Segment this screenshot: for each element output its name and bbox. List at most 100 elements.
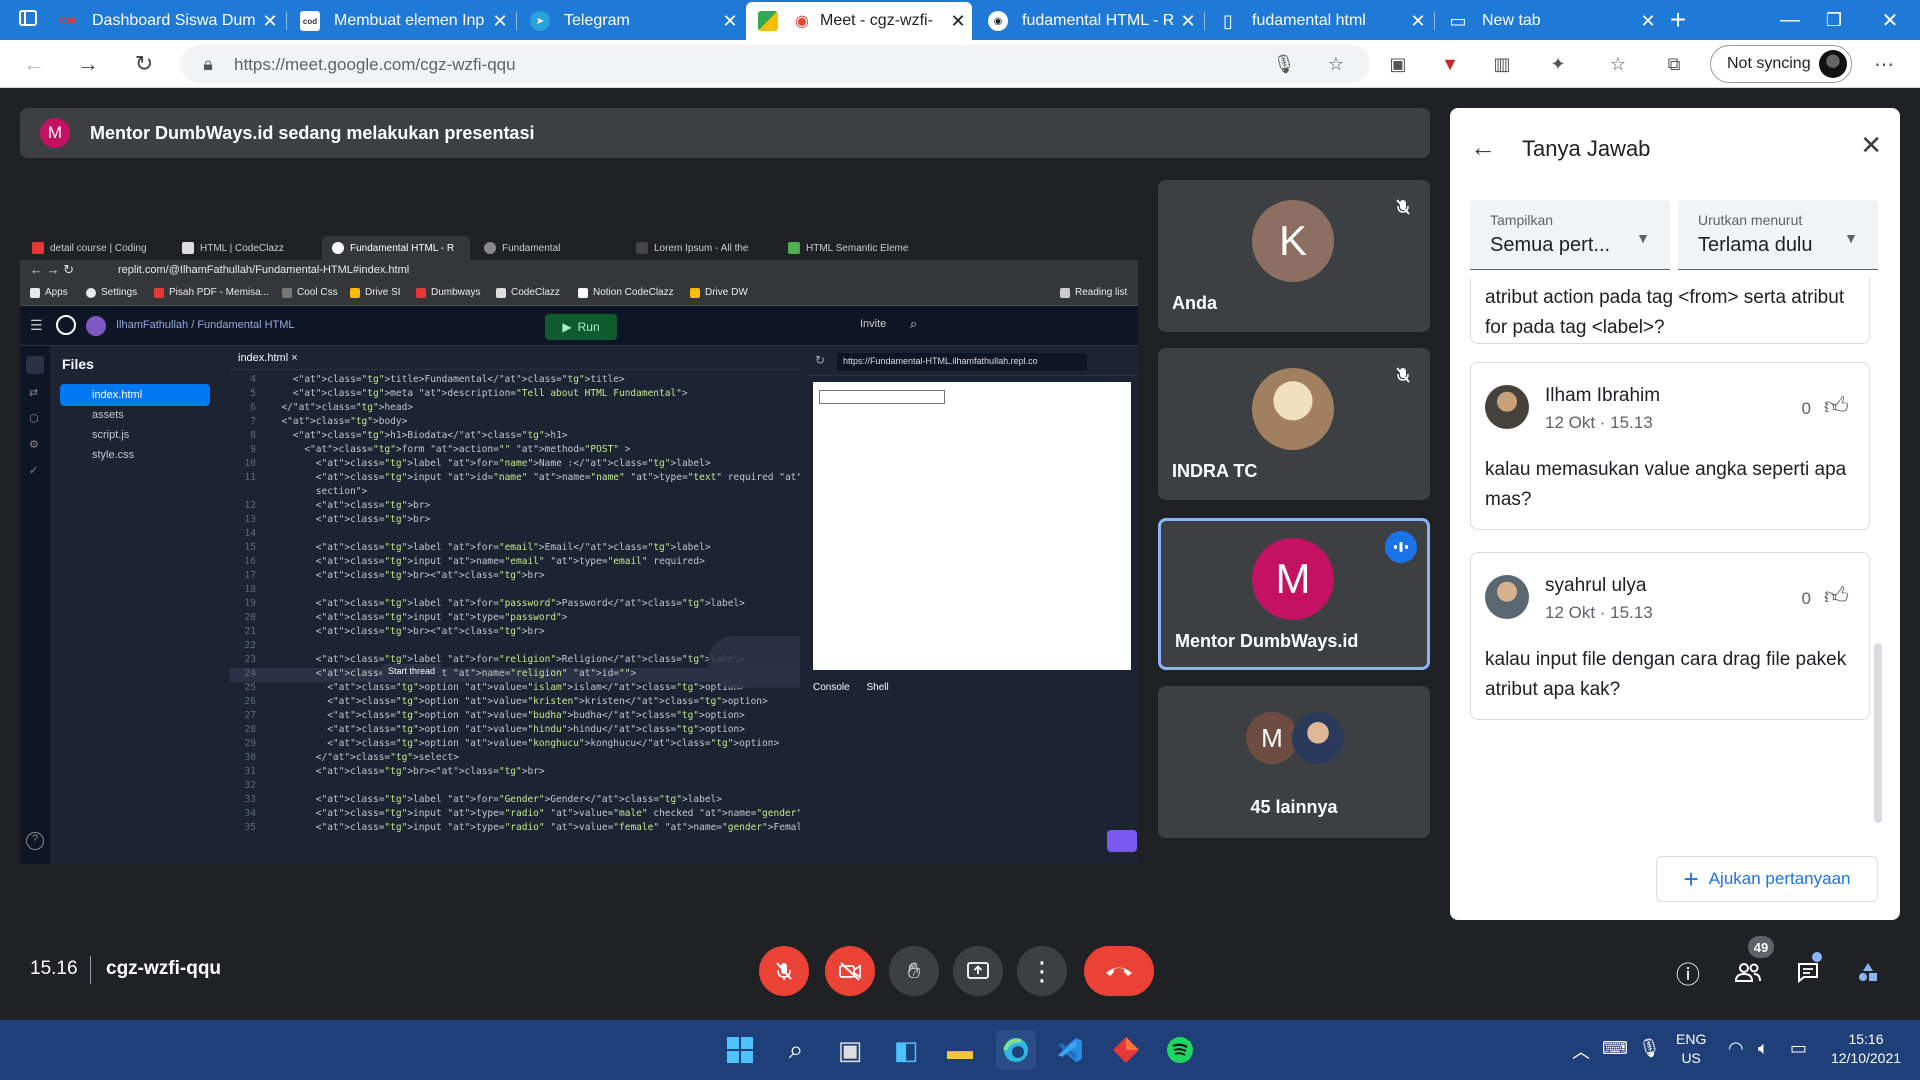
forward-arrow-icon[interactable]: →	[72, 48, 104, 80]
close-tab-icon[interactable]: ✕	[716, 11, 744, 32]
tab-actions-icon[interactable]	[18, 8, 42, 32]
touch-keyboard-icon[interactable]: ⌨	[1602, 1038, 1628, 1059]
more-menu-icon[interactable]: ⋯	[1872, 52, 1896, 76]
volume-icon[interactable]: 🔈︎	[1758, 1038, 1769, 1059]
bookmark-label: Drive DW	[705, 287, 748, 298]
browser-tab-1[interactable]: DW Dashboard Siswa Dum ✕	[46, 2, 284, 40]
vscode-icon[interactable]	[1050, 1030, 1090, 1070]
microphone-tray-icon[interactable]: 🎙︎	[1638, 1038, 1661, 1059]
file-name: index.html	[92, 389, 143, 401]
close-tab-icon[interactable]: ✕	[486, 11, 514, 32]
participant-tile-self[interactable]: K Anda	[1158, 180, 1430, 332]
refresh-icon[interactable]: ↻	[128, 48, 160, 80]
task-view-icon[interactable]: ▣	[830, 1030, 870, 1070]
shared-address-bar: ← → ↻ replit.com/@IlhamFathullah/Fundame…	[20, 260, 1138, 282]
ask-question-button[interactable]: + Ajukan pertanyaan	[1656, 856, 1878, 902]
codeclazz-favicon-icon: cod	[300, 11, 320, 31]
dropdown-arrow-icon: ▼	[1636, 230, 1650, 246]
participant-tile-indra[interactable]: INDRA TC	[1158, 348, 1430, 500]
camera-toggle-button[interactable]	[825, 946, 875, 996]
restore-button[interactable]: ❐	[1808, 0, 1860, 40]
chat-icon[interactable]	[1788, 952, 1828, 992]
browser-tab-active[interactable]: ◉ Meet - cgz-wzfi- ✕	[746, 2, 972, 40]
widgets-icon[interactable]: ◧	[886, 1030, 926, 1070]
browser-tab-bar: DW Dashboard Siswa Dum ✕ cod Membuat ele…	[0, 0, 1920, 40]
extension-off-icon[interactable]: ▣	[1386, 52, 1410, 76]
code-line: 21 <"at">class="tg">br><"at">class="tg">…	[244, 626, 545, 637]
battery-icon[interactable]: ▭	[1790, 1038, 1807, 1059]
raise-hand-button[interactable]: ✋︎	[889, 946, 939, 996]
show-hidden-icons-icon[interactable]: ︿	[1572, 1038, 1590, 1064]
scrollbar[interactable]	[1874, 643, 1882, 823]
extension-chart-icon[interactable]: ▥	[1490, 52, 1514, 76]
back-arrow-icon[interactable]: ←	[1470, 132, 1496, 163]
browser-tab-6[interactable]: ▯ fudamental html ✕	[1206, 2, 1432, 40]
close-tab-icon[interactable]: ✕	[256, 11, 284, 32]
participant-tile-mentor[interactable]: M Mentor DumbWays.id	[1158, 518, 1430, 670]
filter-value: Semua pert...	[1490, 234, 1611, 256]
shared-bookmarks-bar: Apps Settings Pisah PDF - Memisa... Cool…	[20, 282, 1138, 306]
region-code: US	[1681, 1050, 1701, 1066]
bookmark: Notion CodeClazz	[578, 287, 674, 298]
leave-call-button[interactable]	[1084, 946, 1154, 996]
file-name: style.css	[92, 449, 135, 461]
filter-dropdown[interactable]: Tampilkan Semua pert... ▼	[1470, 200, 1670, 270]
package-tool-icon: ⬡	[29, 413, 39, 425]
shared-tab: Lorem Ipsum - All the	[626, 236, 774, 260]
bookmark: Drive DW	[690, 287, 748, 298]
lock-icon[interactable]: 🔒︎	[196, 52, 220, 76]
spotify-icon[interactable]	[1160, 1030, 1200, 1070]
code-line: 19 <"at">class="tg">label "at">for="pass…	[244, 598, 745, 609]
system-clock[interactable]: 15:16 12/10/2021	[1826, 1030, 1906, 1068]
participant-tile-others[interactable]: M 45 lainnya	[1158, 686, 1430, 838]
participant-avatar	[1292, 712, 1344, 764]
meeting-details-icon[interactable]: ⓘ	[1668, 952, 1708, 992]
bookmark: Cool Css	[282, 287, 338, 298]
back-arrow-icon[interactable]: ←	[18, 48, 50, 80]
file-explorer-icon[interactable]: ▬	[940, 1030, 980, 1070]
thumbs-up-icon[interactable]: 👍︎	[1824, 583, 1849, 611]
participant-name: Anda	[1172, 293, 1217, 313]
tab-title: fudamental HTML - R	[1022, 12, 1174, 29]
close-tab-icon[interactable]: ✕	[1404, 11, 1432, 32]
wifi-icon[interactable]: ◠	[1728, 1038, 1744, 1059]
activities-icon[interactable]	[1848, 952, 1888, 992]
edge-browser-icon[interactable]	[996, 1030, 1036, 1070]
url-field[interactable]: 🔒︎ https://meet.google.com/cgz-wzfi-qqu …	[180, 45, 1370, 83]
tab-title: New tab	[1482, 12, 1541, 29]
add-favorite-icon[interactable]: ☆	[1324, 52, 1348, 76]
browser-tab-5[interactable]: ◉ fudamental HTML - R ✕	[976, 2, 1202, 40]
mic-muted-icon	[1386, 190, 1420, 224]
more-options-button[interactable]: ⋮	[1017, 946, 1067, 996]
extensions-puzzle-icon[interactable]: ✦	[1546, 52, 1570, 76]
present-now-button[interactable]	[953, 946, 1003, 996]
code-line: 5 <"at">class="tg">meta "at">description…	[250, 388, 688, 399]
language-indicator[interactable]: ENG US	[1676, 1030, 1706, 1068]
collections-icon[interactable]: ⧉	[1662, 52, 1686, 76]
code-line: 27 <"at">class="tg">option "at">value="b…	[244, 710, 745, 721]
microphone-icon[interactable]: 🎙︎	[1272, 52, 1296, 76]
bookmark-label: CodeClazz	[511, 287, 560, 298]
check-tool-icon: ✓	[29, 465, 39, 477]
browser-tab-3[interactable]: ➤ Telegram ✕	[518, 2, 744, 40]
close-tab-icon[interactable]: ✕	[944, 11, 972, 32]
profile-sync-button[interactable]: Not syncing	[1710, 45, 1852, 83]
browser-tab-7[interactable]: ▭ New tab ✕	[1436, 2, 1662, 40]
sort-dropdown[interactable]: Urutkan menurut Terlama dulu ▼	[1678, 200, 1878, 270]
windows-start-icon[interactable]	[720, 1030, 760, 1070]
search-icon[interactable]: ⌕	[776, 1030, 816, 1070]
extension-shield-icon[interactable]: ▼	[1438, 52, 1462, 76]
git-app-icon[interactable]	[1106, 1030, 1146, 1070]
favorites-icon[interactable]: ☆	[1606, 52, 1630, 76]
thumbs-up-icon[interactable]: 👍︎	[1824, 393, 1849, 421]
close-tab-icon[interactable]: ✕	[1174, 11, 1202, 32]
new-tab-button[interactable]: +	[1652, 0, 1704, 40]
files-title: Files	[62, 356, 94, 372]
close-icon[interactable]: ✕	[1860, 130, 1882, 161]
shared-tab-title: Lorem Ipsum - All the	[654, 242, 749, 254]
asker-name: syahrul ulya	[1545, 575, 1647, 596]
people-icon[interactable]	[1728, 952, 1768, 992]
microphone-toggle-button[interactable]	[759, 946, 809, 996]
browser-tab-2[interactable]: cod Membuat elemen Inp ✕	[288, 2, 514, 40]
close-window-button[interactable]: ✕	[1864, 0, 1916, 40]
